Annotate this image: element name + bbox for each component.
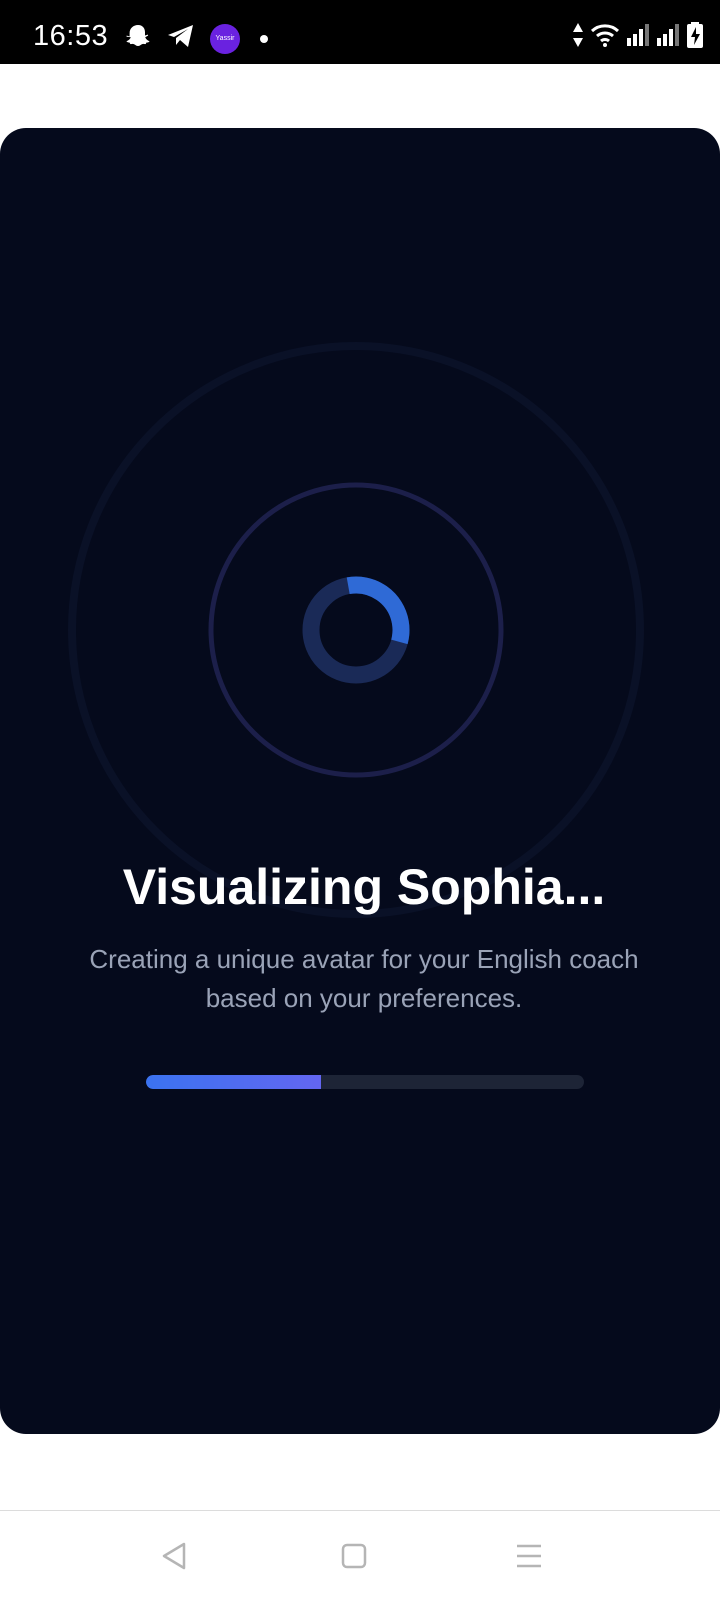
progress-bar bbox=[146, 1075, 584, 1089]
back-icon[interactable] bbox=[160, 1541, 188, 1576]
telegram-icon bbox=[166, 23, 196, 54]
loading-rings bbox=[68, 342, 644, 918]
signal-icon bbox=[626, 24, 650, 51]
home-icon[interactable] bbox=[340, 1541, 368, 1576]
inner-ring bbox=[208, 482, 504, 778]
snapchat-icon bbox=[124, 22, 152, 55]
loading-subtitle: Creating a unique avatar for your Englis… bbox=[89, 944, 639, 1013]
signal-icon bbox=[656, 24, 680, 51]
navigation-bar bbox=[0, 1510, 720, 1601]
loading-title: Visualizing Sophia... bbox=[122, 859, 606, 915]
data-arrows-icon bbox=[572, 22, 584, 53]
avatar-loading-card: Visualizing Sophia... Creating a unique … bbox=[0, 128, 720, 1434]
status-bar: 16:53 Yassir bbox=[0, 0, 720, 64]
battery-charging-icon bbox=[686, 22, 704, 53]
menu-icon[interactable] bbox=[514, 1541, 544, 1576]
status-left-icons: Yassir bbox=[124, 22, 268, 55]
outer-ring bbox=[68, 342, 644, 918]
notification-dot bbox=[260, 34, 268, 43]
yassir-app-icon: Yassir bbox=[210, 23, 240, 54]
wifi-icon bbox=[590, 23, 620, 52]
progress-bar-fill bbox=[146, 1075, 322, 1089]
status-time: 16:53 bbox=[33, 20, 109, 52]
status-right-icons bbox=[572, 22, 704, 53]
